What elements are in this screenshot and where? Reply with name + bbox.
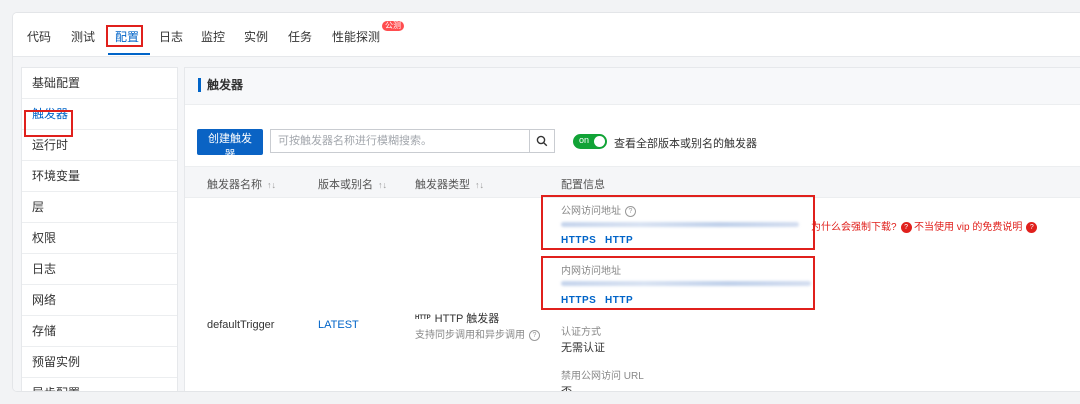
http-icon: HTTP xyxy=(415,315,431,321)
beta-badge: 公测 xyxy=(382,21,404,31)
column-header-config: 配置信息 xyxy=(561,179,605,191)
version-link[interactable]: LATEST xyxy=(318,319,359,331)
app-frame: 代码 测试 配置 日志 监控 实例 任务 性能探测 公测 基础配置 触发器 运行… xyxy=(13,13,1080,391)
public-https-link[interactable]: HTTPS xyxy=(561,235,596,246)
sidebar-item-layers[interactable]: 层 xyxy=(22,192,177,223)
search-icon xyxy=(536,135,548,147)
sidebar-item-triggers[interactable]: 触发器 xyxy=(22,99,177,130)
panel-header: 触发器 xyxy=(185,68,1080,105)
disable-public-url-label: 禁用公网访问 URL xyxy=(561,371,644,382)
toggle-label: 查看全部版本或别名的触发器 xyxy=(614,138,757,150)
trigger-type-desc: 支持同步调用和异步调用? xyxy=(415,326,540,341)
help-icon[interactable]: ? xyxy=(529,329,540,341)
panel-title: 触发器 xyxy=(198,78,243,92)
content-area: 基础配置 触发器 运行时 环境变量 层 权限 日志 网络 存储 预留实例 异步配… xyxy=(13,57,1080,391)
help-icon: ? xyxy=(1026,221,1038,233)
private-url-label: 内网访问地址 xyxy=(561,266,621,277)
column-header-version[interactable]: 版本或别名 ↑↓ xyxy=(318,176,387,192)
private-https-link[interactable]: HTTPS xyxy=(561,295,596,306)
tab-monitor[interactable]: 监控 xyxy=(201,28,225,45)
create-trigger-button[interactable]: 创建触发器 xyxy=(197,129,263,161)
trigger-name: defaultTrigger xyxy=(207,319,275,331)
private-http-link[interactable]: HTTP xyxy=(605,295,633,306)
sidebar-item-storage[interactable]: 存储 xyxy=(22,316,177,347)
tab-config[interactable]: 配置 xyxy=(115,28,139,45)
column-header-type[interactable]: 触发器类型 ↑↓ xyxy=(415,176,484,192)
sidebar-item-permissions[interactable]: 权限 xyxy=(22,223,177,254)
force-download-link[interactable]: 为什么会强制下载?? xyxy=(811,218,912,233)
column-header-name[interactable]: 触发器名称 ↑↓ xyxy=(207,176,276,192)
sidebar-item-network[interactable]: 网络 xyxy=(22,285,177,316)
sort-icon: ↑↓ xyxy=(267,180,276,190)
sidebar-item-runtime[interactable]: 运行时 xyxy=(22,130,177,161)
search-input[interactable] xyxy=(271,130,535,152)
toggle-state-text: on xyxy=(579,135,590,145)
tab-perf-probe[interactable]: 性能探测 公测 xyxy=(332,21,404,45)
sort-icon: ↑↓ xyxy=(378,180,387,190)
help-icon: ? xyxy=(900,221,912,233)
sidebar-item-env-vars[interactable]: 环境变量 xyxy=(22,161,177,192)
auth-value: 无需认证 xyxy=(561,342,605,354)
trigger-search xyxy=(270,129,555,153)
trigger-panel: 触发器 创建触发器 on 查看全部版本或别名的触发器 触发器名称 ↑↓ xyxy=(184,67,1080,391)
sidebar-item-reserved-instances[interactable]: 预留实例 xyxy=(22,347,177,378)
config-sidebar: 基础配置 触发器 运行时 环境变量 层 权限 日志 网络 存储 预留实例 异步配… xyxy=(21,67,178,391)
help-icon[interactable]: ? xyxy=(625,205,636,217)
vip-free-notice-link[interactable]: 不当使用 vip 的免费说明? xyxy=(914,218,1038,233)
vip-free-notice-text: 不当使用 vip 的免费说明 xyxy=(914,222,1023,233)
top-tabs: 代码 测试 配置 日志 监控 实例 任务 性能探测 公测 xyxy=(13,13,1080,57)
column-header-name-label: 触发器名称 xyxy=(207,179,262,191)
disable-public-url-value: 否 xyxy=(561,383,572,391)
tab-tasks[interactable]: 任务 xyxy=(288,28,312,45)
tab-perf-probe-label: 性能探测 xyxy=(332,30,381,44)
tab-code[interactable]: 代码 xyxy=(27,28,51,45)
column-header-version-label: 版本或别名 xyxy=(318,179,373,191)
sort-icon: ↑↓ xyxy=(475,180,484,190)
force-download-text: 为什么会强制下载? xyxy=(811,222,897,233)
public-url-label-text: 公网访问地址 xyxy=(561,206,621,217)
toggle-knob xyxy=(594,136,605,147)
tab-instances[interactable]: 实例 xyxy=(244,28,268,45)
sidebar-item-basic[interactable]: 基础配置 xyxy=(22,68,177,99)
sidebar-item-async-config[interactable]: 异步配置 xyxy=(22,378,177,391)
tab-test[interactable]: 测试 xyxy=(71,28,95,45)
public-url-label: 公网访问地址? xyxy=(561,202,636,217)
sidebar-item-logs[interactable]: 日志 xyxy=(22,254,177,285)
column-header-type-label: 触发器类型 xyxy=(415,179,470,191)
tab-logs[interactable]: 日志 xyxy=(159,28,183,45)
trigger-type-label: HTTP 触发器 xyxy=(434,313,500,325)
public-http-link[interactable]: HTTP xyxy=(605,235,633,246)
private-url-value[interactable] xyxy=(561,281,811,286)
auth-label: 认证方式 xyxy=(561,327,601,338)
trigger-type: HTTP HTTP 触发器 xyxy=(415,310,499,326)
trigger-type-desc-text: 支持同步调用和异步调用 xyxy=(415,330,525,341)
table-header: 触发器名称 ↑↓ 版本或别名 ↑↓ 触发器类型 ↑↓ 配置信息 xyxy=(185,166,1080,198)
show-all-versions-toggle[interactable]: on xyxy=(573,134,607,149)
public-url-value[interactable] xyxy=(561,222,799,227)
active-tab-indicator xyxy=(108,53,150,55)
search-button[interactable] xyxy=(529,130,554,152)
